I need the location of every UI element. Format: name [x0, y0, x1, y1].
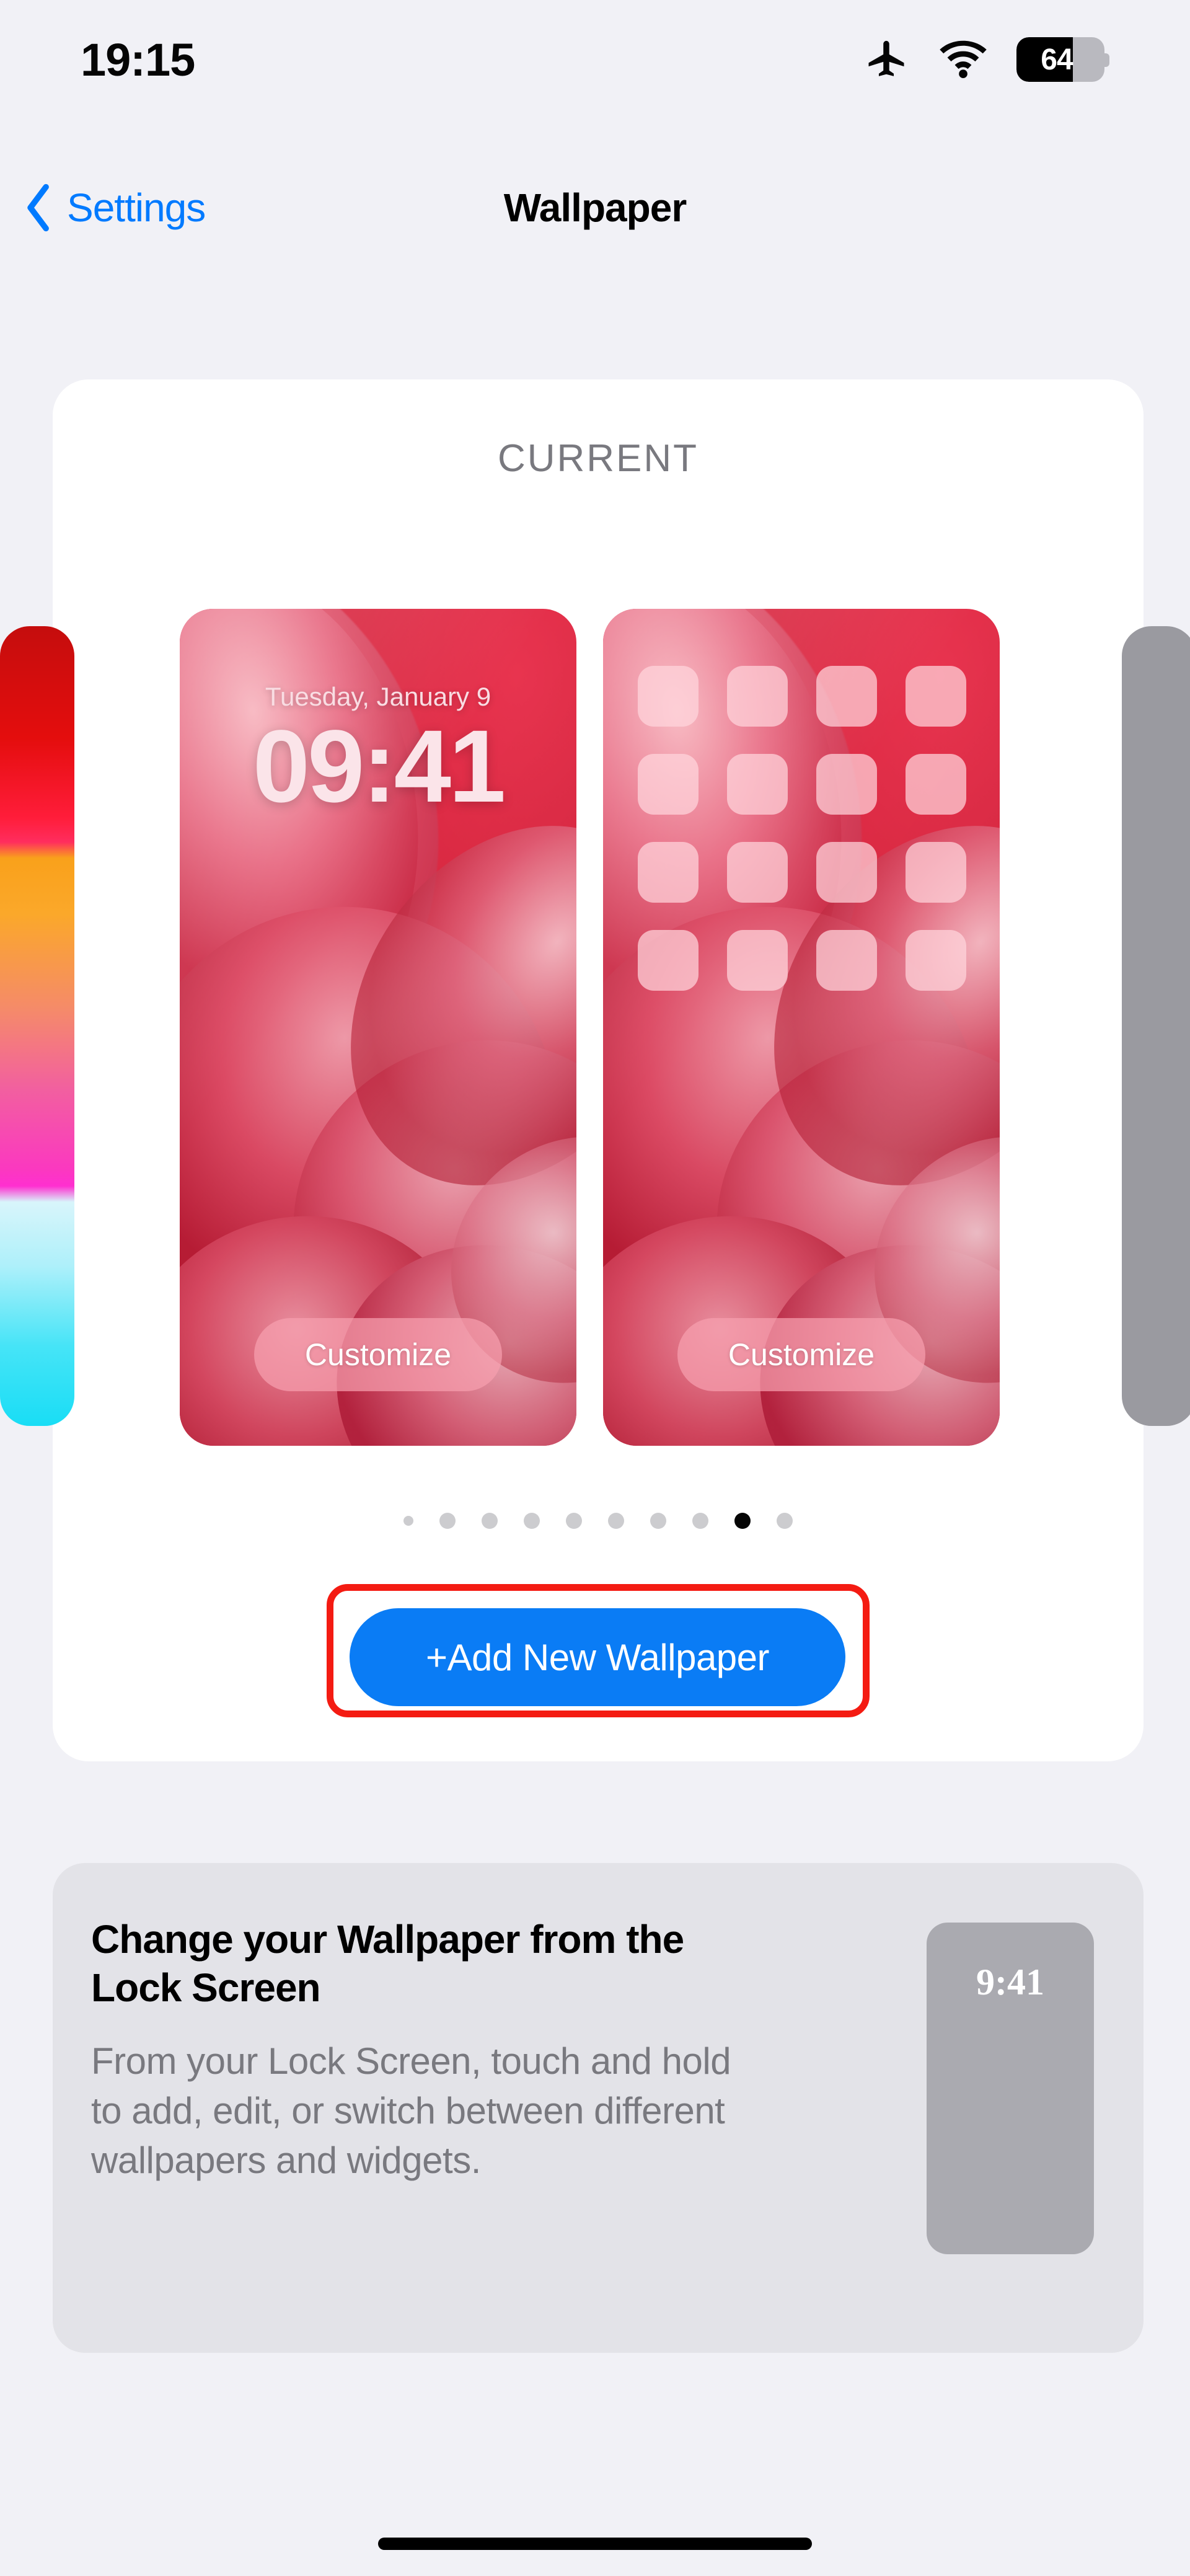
lock-screen-info-card: Change your Wallpaper from the Lock Scre…	[53, 1863, 1144, 2353]
app-icon-placeholder	[816, 842, 877, 903]
navigation-bar: Settings Wallpaper	[0, 167, 1190, 248]
battery-icon: 64	[1016, 37, 1109, 82]
wifi-icon	[938, 40, 988, 79]
status-bar-indicators: 64	[863, 36, 1109, 83]
app-icon-placeholder	[816, 666, 877, 727]
info-text-block: Change your Wallpaper from the Lock Scre…	[91, 1915, 760, 2185]
add-new-wallpaper-button[interactable]: +Add New Wallpaper	[350, 1608, 845, 1706]
thumbnail-clock: 9:41	[976, 1962, 1044, 2003]
app-icon-placeholder	[906, 930, 966, 991]
customize-home-screen-button[interactable]: Customize	[677, 1318, 925, 1391]
battery-terminal	[1103, 53, 1109, 67]
app-icon-placeholder	[727, 930, 788, 991]
gray-wallpaper-peek[interactable]	[1122, 626, 1190, 1426]
customize-lock-screen-button[interactable]: Customize	[254, 1318, 502, 1391]
app-icon-grid	[638, 666, 966, 991]
lock-screen-clock: 09:41	[252, 709, 506, 824]
app-icon-placeholder	[816, 930, 877, 991]
battery-percent-label: 64	[1041, 43, 1073, 76]
airplane-mode-icon	[863, 36, 910, 83]
wallpaper-carousel[interactable]: Tuesday, January 9 09:41 Customize Custo…	[0, 609, 1190, 1477]
gradient-wallpaper-peek[interactable]	[0, 626, 74, 1426]
pagination-dot[interactable]	[403, 1516, 413, 1526]
app-icon-placeholder	[816, 754, 877, 815]
app-icon-placeholder	[906, 842, 966, 903]
home-indicator[interactable]	[378, 2538, 812, 2550]
pagination-dot[interactable]	[777, 1513, 793, 1529]
carousel-pagination[interactable]	[53, 1513, 1144, 1529]
current-section-label: CURRENT	[497, 437, 699, 480]
pagination-dot-active[interactable]	[734, 1513, 751, 1529]
pagination-dot[interactable]	[482, 1513, 498, 1529]
app-icon-placeholder	[638, 930, 699, 991]
info-card-body: From your Lock Screen, touch and hold to…	[91, 2040, 731, 2181]
page-title: Wallpaper	[503, 185, 687, 230]
lock-screen-date: Tuesday, January 9	[265, 682, 491, 711]
pagination-dot[interactable]	[650, 1513, 666, 1529]
lock-screen-preview[interactable]: Tuesday, January 9 09:41 Customize	[180, 609, 576, 1446]
app-icon-placeholder	[906, 666, 966, 727]
app-icon-placeholder	[727, 754, 788, 815]
status-bar: 19:15 64	[0, 0, 1190, 105]
info-card-title: Change your Wallpaper from the Lock Scre…	[91, 1917, 684, 2011]
app-icon-placeholder	[638, 842, 699, 903]
pagination-dot[interactable]	[439, 1513, 456, 1529]
lock-screen-thumbnail: 9:41	[927, 1923, 1094, 2254]
app-icon-placeholder	[906, 754, 966, 815]
current-wallpaper-card: CURRENT Tuesday, January 9 09:41 Customi…	[0, 379, 1190, 1761]
status-bar-clock: 19:15	[81, 33, 195, 86]
home-screen-preview[interactable]: Customize	[603, 609, 1000, 1446]
pagination-dot[interactable]	[524, 1513, 540, 1529]
app-icon-placeholder	[727, 842, 788, 903]
app-icon-placeholder	[638, 666, 699, 727]
app-icon-placeholder	[638, 754, 699, 815]
pagination-dot[interactable]	[566, 1513, 582, 1529]
add-wallpaper-highlight: +Add New Wallpaper	[327, 1584, 870, 1717]
pagination-dot[interactable]	[692, 1513, 708, 1529]
app-icon-placeholder	[727, 666, 788, 727]
pagination-dot[interactable]	[608, 1513, 624, 1529]
